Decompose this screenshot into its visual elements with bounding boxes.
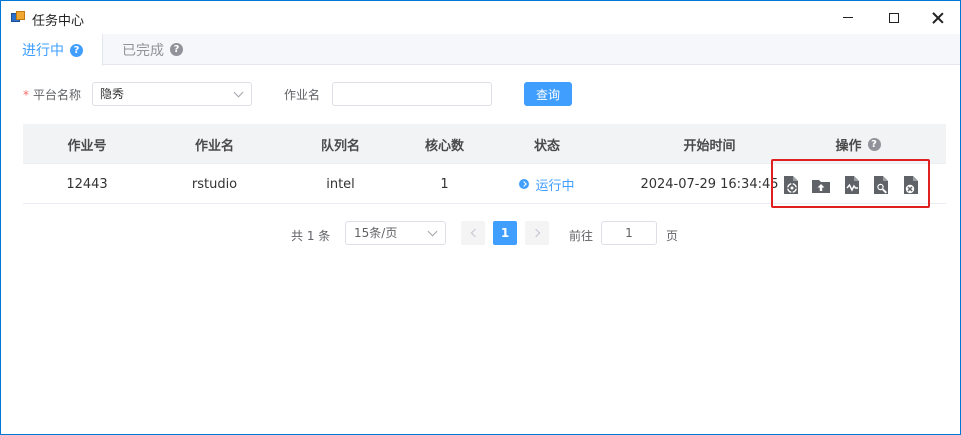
header-actions: 操作 ? (770, 124, 946, 164)
close-icon (932, 12, 944, 24)
maximize-icon (889, 12, 899, 23)
chevron-down-icon (427, 226, 438, 237)
goto-page-input[interactable]: 1 (601, 221, 657, 245)
running-icon (519, 179, 530, 189)
maximize-button[interactable] (871, 1, 917, 34)
chevron-down-icon (233, 87, 244, 98)
platform-name-label: * 平台名称 (23, 88, 82, 102)
goto-label: 前往 (569, 229, 594, 243)
cell-job-id: 12443 (66, 176, 108, 192)
page-number-current[interactable]: 1 (493, 221, 517, 245)
table-header: 作业号 作业名 队列名 核心数 状态 开始时间 操作 ? (23, 124, 946, 164)
cell-queue: intel (326, 176, 355, 192)
page-size-select[interactable]: 15条/页 (345, 221, 446, 245)
job-name-label: 作业名 (284, 88, 321, 102)
next-page-button[interactable] (525, 221, 549, 245)
chevron-right-icon (531, 228, 540, 238)
help-icon[interactable]: ? (867, 137, 881, 151)
pagination-total: 共 1 条 (291, 229, 331, 243)
page-suffix-label: 页 (666, 229, 679, 243)
query-button[interactable]: 查询 (524, 82, 572, 106)
help-icon[interactable]: ? (170, 43, 183, 56)
job-name-input[interactable] (332, 82, 492, 106)
tab-in-progress-label: 进行中 (22, 43, 64, 59)
cell-job-name: rstudio (191, 176, 238, 192)
tab-completed-label: 已完成 (122, 42, 164, 59)
help-icon[interactable]: ? (70, 43, 83, 57)
header-queue: 队列名 (320, 138, 360, 154)
title-bar: 任务中心 (1, 1, 960, 34)
status-text: 运行中 (535, 178, 575, 194)
required-mark: * (23, 88, 29, 102)
header-cores: 核心数 (424, 138, 464, 154)
tab-completed[interactable]: 已完成 ? (103, 34, 183, 65)
chevron-left-icon (470, 228, 479, 238)
header-job-id: 作业号 (67, 138, 107, 154)
platform-select-value: 隐秀 (100, 87, 125, 101)
action-highlight-box (771, 159, 930, 208)
minimize-button[interactable] (825, 1, 871, 34)
minimize-icon (843, 17, 853, 18)
app-icon (11, 11, 25, 24)
page-size-value: 15条/页 (354, 226, 398, 240)
header-status: 状态 (533, 138, 560, 154)
header-job-name: 作业名 (194, 138, 234, 154)
cell-status: 运行中 (486, 164, 608, 204)
window-title: 任务中心 (32, 14, 85, 29)
platform-select[interactable]: 隐秀 (92, 82, 252, 106)
prev-page-button[interactable] (461, 221, 485, 245)
tab-bar: 进行中 ? 已完成 ? (1, 34, 960, 66)
tab-in-progress[interactable]: 进行中 ? (1, 34, 103, 66)
cell-cores: 1 (440, 176, 449, 192)
task-center-window: 任务中心 进行中 ? 已完成 ? * 平台名称 隐秀 作业名 查询 作业号 作业名… (0, 0, 961, 435)
close-button[interactable] (915, 1, 961, 34)
